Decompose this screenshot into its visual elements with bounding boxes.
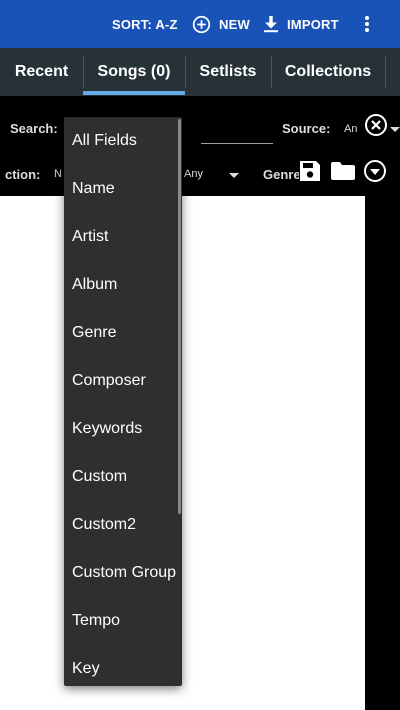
dropdown-option-keywords[interactable]: Keywords <box>64 405 182 453</box>
collection-value[interactable]: N <box>54 168 62 180</box>
option-label: Composer <box>72 372 146 389</box>
dropdown-option-composer[interactable]: Composer <box>64 357 182 405</box>
source-value[interactable]: An <box>344 123 357 135</box>
tab-label: Recent <box>14 63 69 80</box>
more-vert-icon <box>365 16 369 32</box>
sort-button[interactable]: SORT: A-Z <box>112 0 178 48</box>
side-strip <box>365 196 400 710</box>
tab-setlists[interactable]: Setlists <box>185 48 271 96</box>
song-list-area <box>0 196 365 710</box>
import-label: IMPORT <box>287 16 339 32</box>
dropdown-option-artist[interactable]: Artist <box>64 213 182 261</box>
sort-label: SORT: A-Z <box>112 16 178 32</box>
filter-options-icon[interactable] <box>363 159 387 183</box>
tab-bar: Recent Songs (0) Setlists Collections <box>0 48 400 96</box>
dropdown-option-album[interactable]: Album <box>64 261 182 309</box>
filter-panel: Search: Source: An ction: N Any Genre <box>0 96 400 196</box>
second-filter-caret[interactable] <box>229 173 239 178</box>
option-label: Name <box>72 180 115 197</box>
app-bar: SORT: A-Z NEW IMPORT <box>0 0 400 48</box>
option-label: Key <box>72 660 100 677</box>
selected-tab-indicator <box>83 91 185 95</box>
clear-icon[interactable] <box>364 113 388 137</box>
download-icon <box>264 16 278 33</box>
option-label: All Fields <box>72 132 137 149</box>
option-label: Tempo <box>72 612 121 629</box>
save-icon[interactable] <box>298 159 322 183</box>
tab-label: Setlists <box>199 63 257 80</box>
new-button[interactable]: NEW <box>192 0 250 48</box>
dropdown-option-genre[interactable]: Genre <box>64 309 182 357</box>
import-button[interactable]: IMPORT <box>263 0 339 48</box>
option-label: Custom Group <box>72 564 177 581</box>
tab-recent[interactable]: Recent <box>0 48 83 96</box>
tab-songs[interactable]: Songs (0) <box>83 48 185 96</box>
search-fields-dropdown: All Fields Name Artist Album Genre Compo… <box>64 117 182 686</box>
source-label: Source: <box>282 121 331 136</box>
dropdown-scrollbar[interactable] <box>178 119 181 514</box>
option-label: Album <box>72 276 118 293</box>
genre-label: Genre <box>263 167 299 182</box>
option-label: Genre <box>72 324 117 341</box>
tab-collections[interactable]: Collections <box>271 48 385 96</box>
search-label: Search: <box>10 121 58 136</box>
second-filter-value[interactable]: Any <box>184 168 203 180</box>
add-circle-icon <box>192 15 211 33</box>
more-options-button[interactable] <box>358 0 384 48</box>
dropdown-option-custom[interactable]: Custom <box>64 453 182 501</box>
dropdown-option-name[interactable]: Name <box>64 165 182 213</box>
dropdown-option-key[interactable]: Key <box>64 645 182 686</box>
option-label: Custom <box>72 468 128 485</box>
folder-icon[interactable] <box>330 161 356 181</box>
tab-divider <box>385 56 386 88</box>
option-label: Keywords <box>72 420 143 437</box>
dropdown-option-custom2[interactable]: Custom2 <box>64 501 182 549</box>
dropdown-option-all-fields[interactable]: All Fields <box>64 117 182 165</box>
dropdown-option-custom-group[interactable]: Custom Group <box>64 549 182 597</box>
tab-label: Collections <box>284 63 372 80</box>
source-dropdown-caret[interactable] <box>390 127 400 132</box>
search-input[interactable] <box>201 143 273 144</box>
option-label: Custom2 <box>72 516 137 533</box>
tab-label: Songs (0) <box>97 63 171 80</box>
dropdown-option-tempo[interactable]: Tempo <box>64 597 182 645</box>
option-label: Artist <box>72 228 109 245</box>
collection-label: ction: <box>5 167 41 182</box>
new-label: NEW <box>219 16 250 32</box>
